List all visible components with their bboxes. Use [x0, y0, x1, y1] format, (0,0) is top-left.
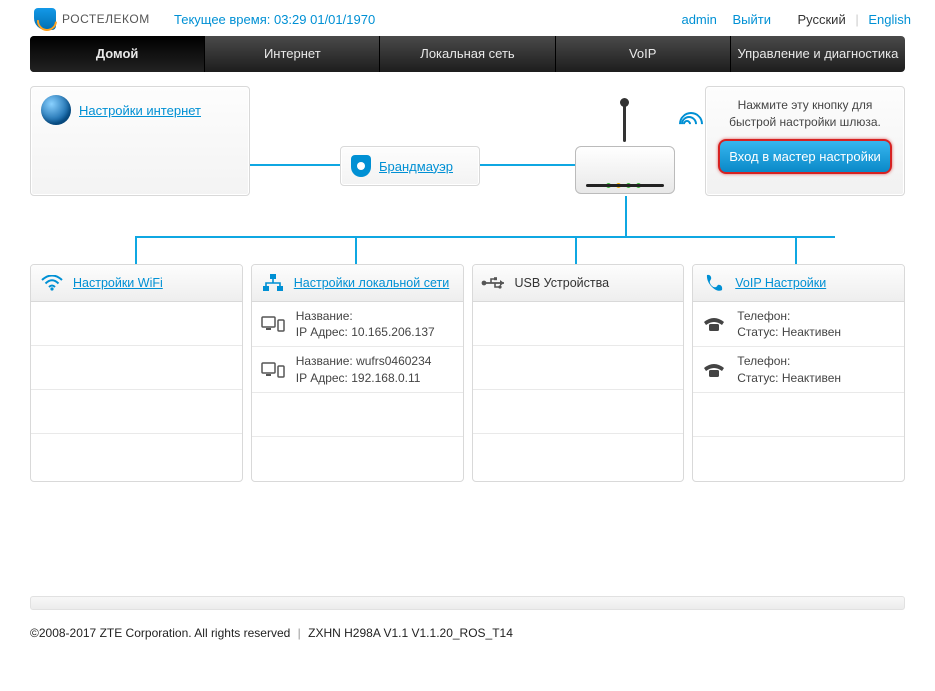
- list-item: [252, 393, 463, 437]
- list-item: [252, 437, 463, 481]
- list-item: [473, 390, 684, 434]
- link-line: [480, 164, 580, 166]
- voip-column: VoIP Настройки Телефон: Статус: Неактиве…: [692, 264, 905, 482]
- list-item: [31, 390, 242, 434]
- status-label: Статус:: [737, 325, 778, 339]
- ip-label: IP Адрес:: [296, 371, 348, 385]
- rostelecom-logo-icon: [34, 8, 56, 30]
- link-line: [135, 236, 137, 264]
- brand-name: РОСТЕЛЕКОМ: [62, 12, 150, 26]
- phone-status: Неактивен: [782, 325, 841, 339]
- router-graphic: [575, 116, 675, 216]
- list-item: [693, 437, 904, 481]
- status-label: Статус:: [737, 371, 778, 385]
- phone-icon: [701, 273, 727, 293]
- list-item: Телефон: Статус: Неактивен: [693, 302, 904, 347]
- wizard-panel: Нажмите эту кнопку для быстрой настройки…: [705, 86, 905, 196]
- footer: ©2008-2017 ZTE Corporation. All rights r…: [0, 610, 935, 658]
- columns-row: Настройки WiFi Настройки локальной сети …: [30, 264, 905, 482]
- wifi-waves-icon: [681, 110, 705, 134]
- lan-settings-link[interactable]: Настройки локальной сети: [294, 276, 449, 290]
- phone-label: Телефон:: [737, 309, 790, 323]
- model-info: ZXHN H298A V1.1 V1.1.20_ROS_T14: [308, 626, 513, 640]
- list-item: [473, 434, 684, 478]
- phone-label: Телефон:: [737, 354, 790, 368]
- wifi-icon: [39, 273, 65, 293]
- device-ip: 192.168.0.11: [351, 371, 420, 385]
- name-label: Название:: [296, 354, 353, 368]
- lan-icon: [260, 273, 286, 293]
- ip-label: IP Адрес:: [296, 325, 348, 339]
- list-item: [31, 346, 242, 390]
- phone-status: Неактивен: [782, 371, 841, 385]
- main-nav: Домой Интернет Локальная сеть VoIP Управ…: [30, 36, 905, 72]
- copyright: ©2008-2017 ZTE Corporation. All rights r…: [30, 626, 290, 640]
- footer-stripe: [30, 596, 905, 610]
- usb-title: USB Устройства: [515, 276, 610, 290]
- separator: |: [298, 626, 301, 640]
- nav-management[interactable]: Управление и диагностика: [731, 36, 905, 72]
- lang-english[interactable]: English: [868, 12, 911, 27]
- list-item: [31, 302, 242, 346]
- link-line: [795, 236, 797, 264]
- antenna-icon: [623, 102, 626, 142]
- wizard-hint: Нажмите эту кнопку для быстрой настройки…: [718, 97, 892, 131]
- current-time: Текущее время: 03:29 01/01/1970: [174, 12, 375, 27]
- telephone-icon: [701, 360, 727, 380]
- voip-settings-link[interactable]: VoIP Настройки: [735, 276, 826, 290]
- globe-icon: [41, 95, 71, 125]
- wifi-column: Настройки WiFi: [30, 264, 243, 482]
- wifi-settings-link[interactable]: Настройки WiFi: [73, 276, 163, 290]
- list-item: [473, 302, 684, 346]
- list-item: Телефон: Статус: Неактивен: [693, 347, 904, 392]
- list-item: [693, 393, 904, 437]
- list-item: Название: wufrs0460234 IP Адрес: 192.168…: [252, 347, 463, 392]
- device-name: wufrs0460234: [356, 354, 431, 368]
- link-line: [575, 236, 577, 264]
- shield-icon: [351, 155, 371, 177]
- user-link[interactable]: admin: [681, 12, 716, 27]
- firewall-panel: Брандмауэр: [340, 146, 480, 186]
- header-links: admin Выйти Русский | English: [675, 12, 917, 27]
- list-item: [31, 434, 242, 478]
- brand-logo: РОСТЕЛЕКОМ: [34, 8, 164, 30]
- computer-icon: [260, 314, 286, 334]
- logout-link[interactable]: Выйти: [733, 12, 772, 27]
- list-item: Название: IP Адрес: 10.165.206.137: [252, 302, 463, 347]
- nav-lan[interactable]: Локальная сеть: [380, 36, 555, 72]
- computer-icon: [260, 360, 286, 380]
- nav-internet[interactable]: Интернет: [205, 36, 380, 72]
- telephone-icon: [701, 314, 727, 334]
- topology-canvas: Настройки интернет Брандмауэр Нажмите эт…: [30, 86, 905, 596]
- usb-icon: [481, 273, 507, 293]
- internet-panel: Настройки интернет: [30, 86, 250, 196]
- lan-column: Настройки локальной сети Название: IP Ад…: [251, 264, 464, 482]
- router-body-icon: [575, 146, 675, 194]
- usb-column: USB Устройства: [472, 264, 685, 482]
- wizard-button[interactable]: Вход в мастер настройки: [718, 139, 892, 174]
- firewall-link[interactable]: Брандмауэр: [379, 159, 453, 174]
- nav-home[interactable]: Домой: [30, 36, 205, 72]
- nav-voip[interactable]: VoIP: [556, 36, 731, 72]
- internet-settings-link[interactable]: Настройки интернет: [79, 103, 201, 118]
- list-item: [473, 346, 684, 390]
- lang-russian[interactable]: Русский: [797, 12, 845, 27]
- name-label: Название:: [296, 309, 353, 323]
- device-ip: 10.165.206.137: [351, 325, 434, 339]
- link-line: [355, 236, 357, 264]
- header-bar: РОСТЕЛЕКОМ Текущее время: 03:29 01/01/19…: [0, 0, 935, 36]
- link-line: [250, 164, 340, 166]
- link-line: [135, 236, 835, 238]
- separator: |: [855, 12, 858, 27]
